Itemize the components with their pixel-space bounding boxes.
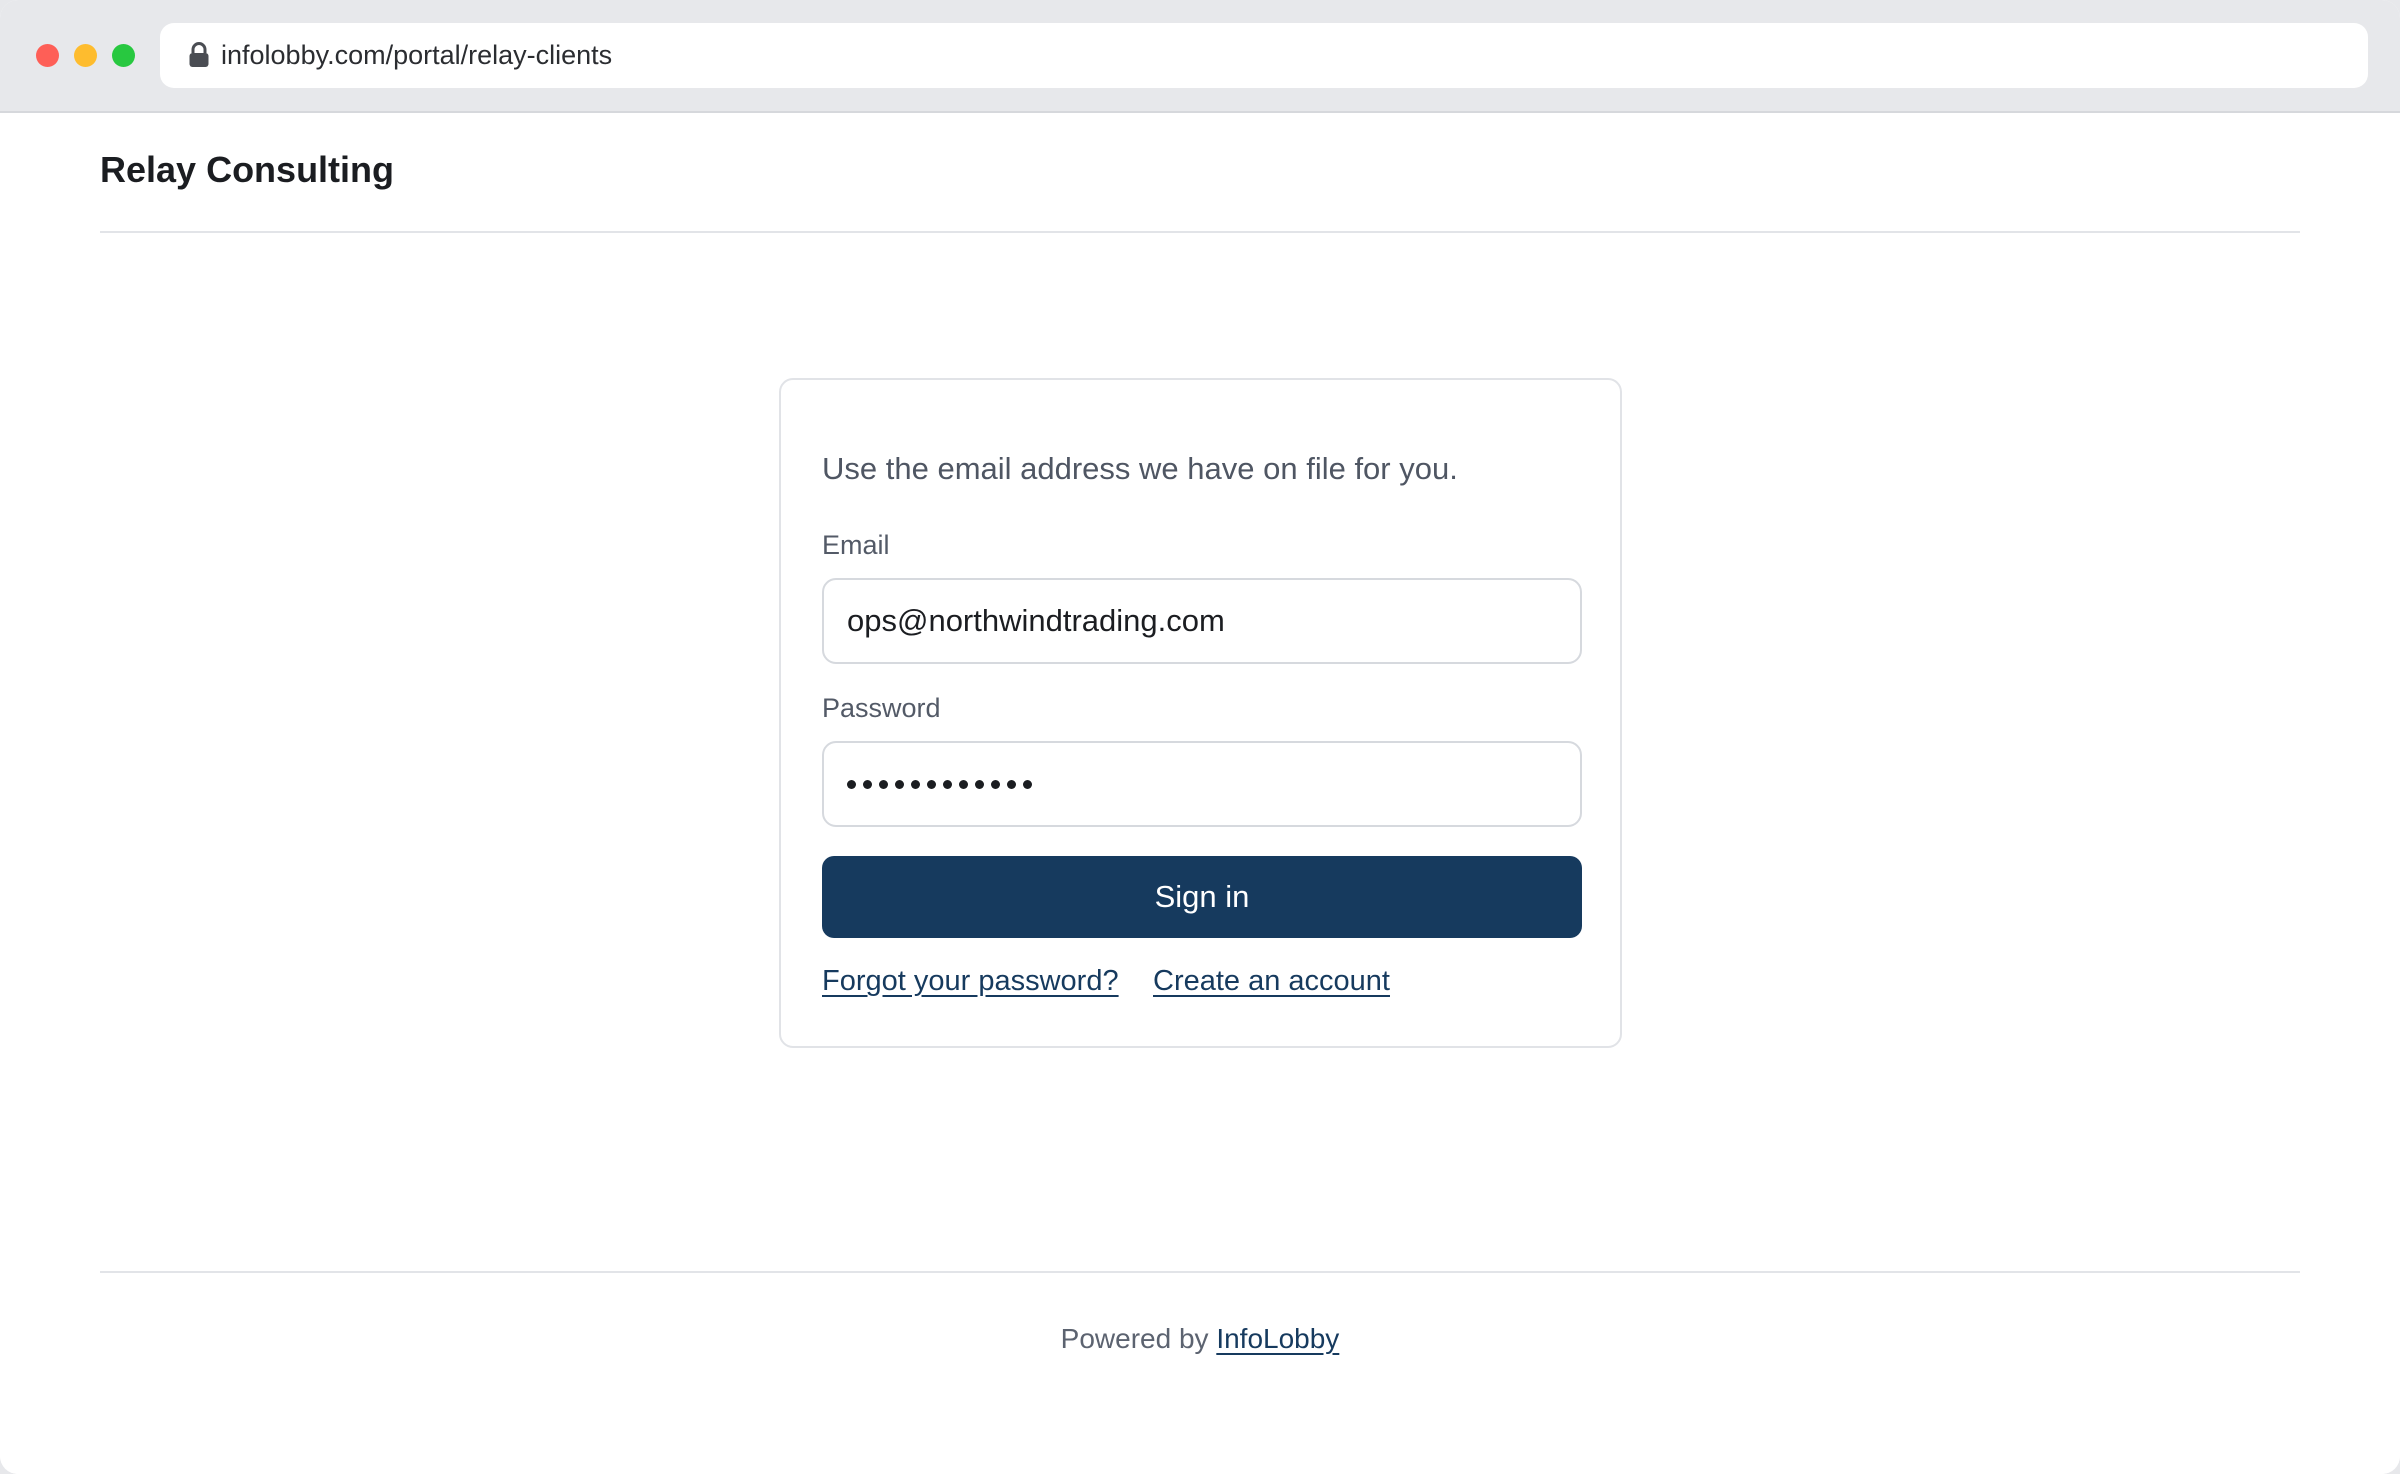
browser-window: infolobby.com/portal/relay-clients Relay… bbox=[0, 0, 2400, 1474]
password-mask-dot bbox=[991, 779, 1000, 789]
header-divider bbox=[100, 231, 2300, 233]
lock-icon bbox=[189, 42, 209, 67]
email-value: ops@northwindtrading.com bbox=[847, 603, 1225, 638]
password-mask-dot bbox=[959, 779, 968, 789]
maximize-window-button[interactable] bbox=[112, 44, 135, 67]
email-label: Email bbox=[822, 530, 890, 560]
address-bar[interactable]: infolobby.com/portal/relay-clients bbox=[160, 23, 2368, 88]
password-mask-dot bbox=[895, 779, 904, 789]
login-card: Use the email address we have on file fo… bbox=[779, 378, 1622, 1048]
forgot-password-link[interactable]: Forgot your password? bbox=[822, 965, 1119, 998]
login-intro-text: Use the email address we have on file fo… bbox=[822, 451, 1458, 486]
footer-prefix: Powered by bbox=[1060, 1323, 1217, 1354]
password-label: Password bbox=[822, 693, 941, 723]
password-mask-dot bbox=[863, 779, 872, 789]
password-mask-dot bbox=[847, 779, 856, 789]
page-content: Relay Consulting Use the email address w… bbox=[0, 113, 2400, 1474]
password-mask-dot bbox=[911, 779, 920, 789]
brand-title: Relay Consulting bbox=[100, 149, 395, 190]
password-mask-dot bbox=[879, 779, 888, 789]
minimize-window-button[interactable] bbox=[74, 44, 97, 67]
password-mask-dot bbox=[943, 779, 952, 789]
url-text: infolobby.com/portal/relay-clients bbox=[221, 40, 613, 70]
password-mask-dot bbox=[927, 779, 936, 789]
password-mask-dot bbox=[1023, 779, 1032, 789]
sign-in-button[interactable]: Sign in bbox=[822, 856, 1582, 938]
password-mask-dot bbox=[975, 779, 984, 789]
create-account-link[interactable]: Create an account bbox=[1153, 965, 1390, 998]
email-field[interactable]: ops@northwindtrading.com bbox=[822, 578, 1582, 664]
infolobby-link[interactable]: InfoLobby bbox=[1216, 1323, 1339, 1354]
browser-toolbar: infolobby.com/portal/relay-clients bbox=[0, 0, 2400, 113]
footer: Powered by InfoLobby bbox=[0, 1323, 2400, 1355]
password-mask-dot bbox=[1007, 779, 1016, 789]
password-mask bbox=[847, 779, 1032, 789]
footer-divider bbox=[100, 1271, 2300, 1273]
password-field[interactable] bbox=[822, 741, 1582, 827]
close-window-button[interactable] bbox=[36, 44, 59, 67]
